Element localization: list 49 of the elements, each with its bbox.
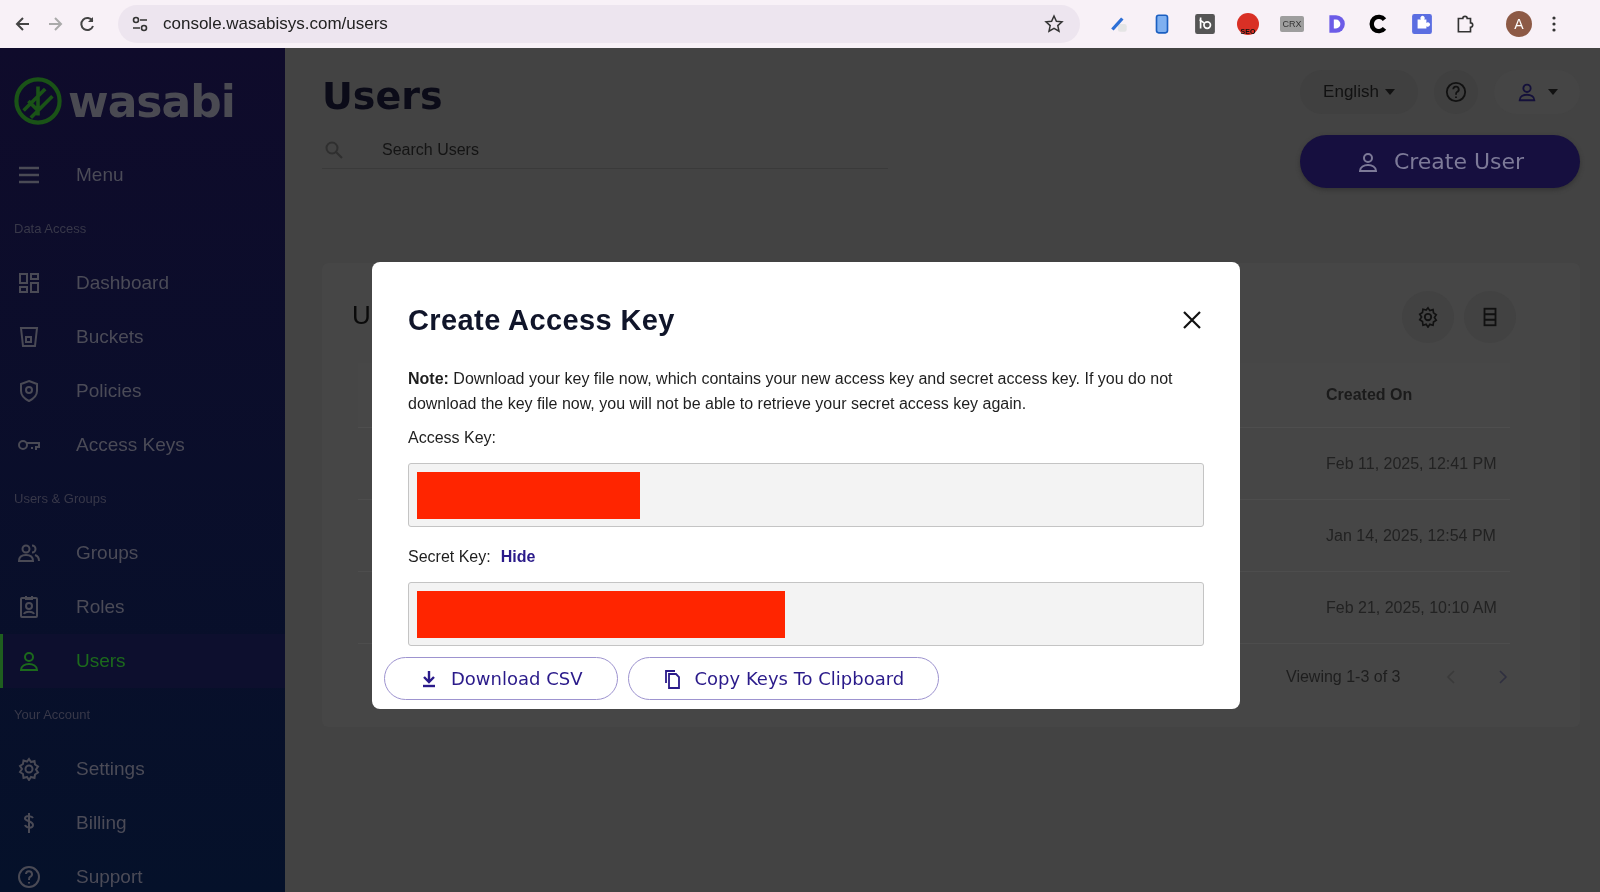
sidebar-item[interactable]: Access Keys xyxy=(0,418,285,472)
nodes-extension-icon[interactable] xyxy=(1194,13,1216,35)
key-field[interactable] xyxy=(408,582,1204,646)
download-button[interactable]: Download CSV xyxy=(384,657,618,700)
hide-link[interactable]: Hide xyxy=(500,548,536,566)
menu-toggle[interactable]: Menu xyxy=(0,148,285,202)
bucket-icon xyxy=(17,325,41,349)
dialog-title: Create Access Key xyxy=(408,303,675,337)
bookmark-star-icon[interactable] xyxy=(1044,14,1064,34)
address-bar[interactable]: console.wasabisys.com/users xyxy=(118,5,1080,43)
user-icon xyxy=(1516,81,1538,103)
caret-icon xyxy=(1384,89,1395,95)
caret-icon xyxy=(1548,89,1558,95)
leaf-logo-icon xyxy=(14,77,62,125)
profile-avatar[interactable]: A xyxy=(1506,11,1532,37)
crx-extension-icon[interactable]: CRX xyxy=(1280,16,1304,32)
gear-icon xyxy=(17,757,41,781)
badge-icon xyxy=(17,595,41,619)
copy-button[interactable]: Copy Keys To Clipboard xyxy=(627,657,940,700)
sidebar-item[interactable]: Groups xyxy=(0,526,285,580)
field-label: Secret Key: xyxy=(408,548,491,566)
sidebar-item[interactable]: Roles xyxy=(0,580,285,634)
sidebar-item[interactable]: Policies xyxy=(0,364,285,418)
user-icon xyxy=(17,649,41,673)
create-user-button[interactable]: Create User xyxy=(1300,135,1580,188)
shield-icon xyxy=(17,379,41,403)
copy-icon xyxy=(662,668,683,689)
help-icon xyxy=(17,865,41,889)
sidebar-item[interactable]: Billing xyxy=(0,796,285,850)
settings-icon xyxy=(1417,306,1439,328)
more-options-icon[interactable] xyxy=(1552,16,1556,32)
page-title: Users xyxy=(322,74,444,118)
key-field[interactable] xyxy=(408,463,1204,527)
close-icon[interactable] xyxy=(1182,310,1202,330)
reload-icon[interactable] xyxy=(77,14,97,34)
help-icon xyxy=(1445,81,1467,103)
site-settings-icon[interactable] xyxy=(130,14,150,34)
wasabi-logo-text: wasabi xyxy=(68,75,235,127)
note-text: Note: Download your key file now, which contains your new access key and secret access key. If you do not download the key file now, you will not be able to retrieve your secret access key again. xyxy=(408,369,1174,414)
puzzle-extension-icon[interactable] xyxy=(1411,13,1433,35)
card-title: U xyxy=(352,299,371,331)
sidebar-item[interactable]: Settings xyxy=(0,742,285,796)
sidebar-item[interactable]: Buckets xyxy=(0,310,285,364)
url-text: console.wasabisys.com/users xyxy=(163,14,389,34)
dashboard-icon xyxy=(17,271,41,295)
field-label: Access Key: xyxy=(408,429,497,447)
sidebar-item[interactable]: Dashboard xyxy=(0,256,285,310)
sidebar-item[interactable]: Users xyxy=(0,634,285,688)
sidebar-item[interactable]: Support xyxy=(0,850,285,892)
